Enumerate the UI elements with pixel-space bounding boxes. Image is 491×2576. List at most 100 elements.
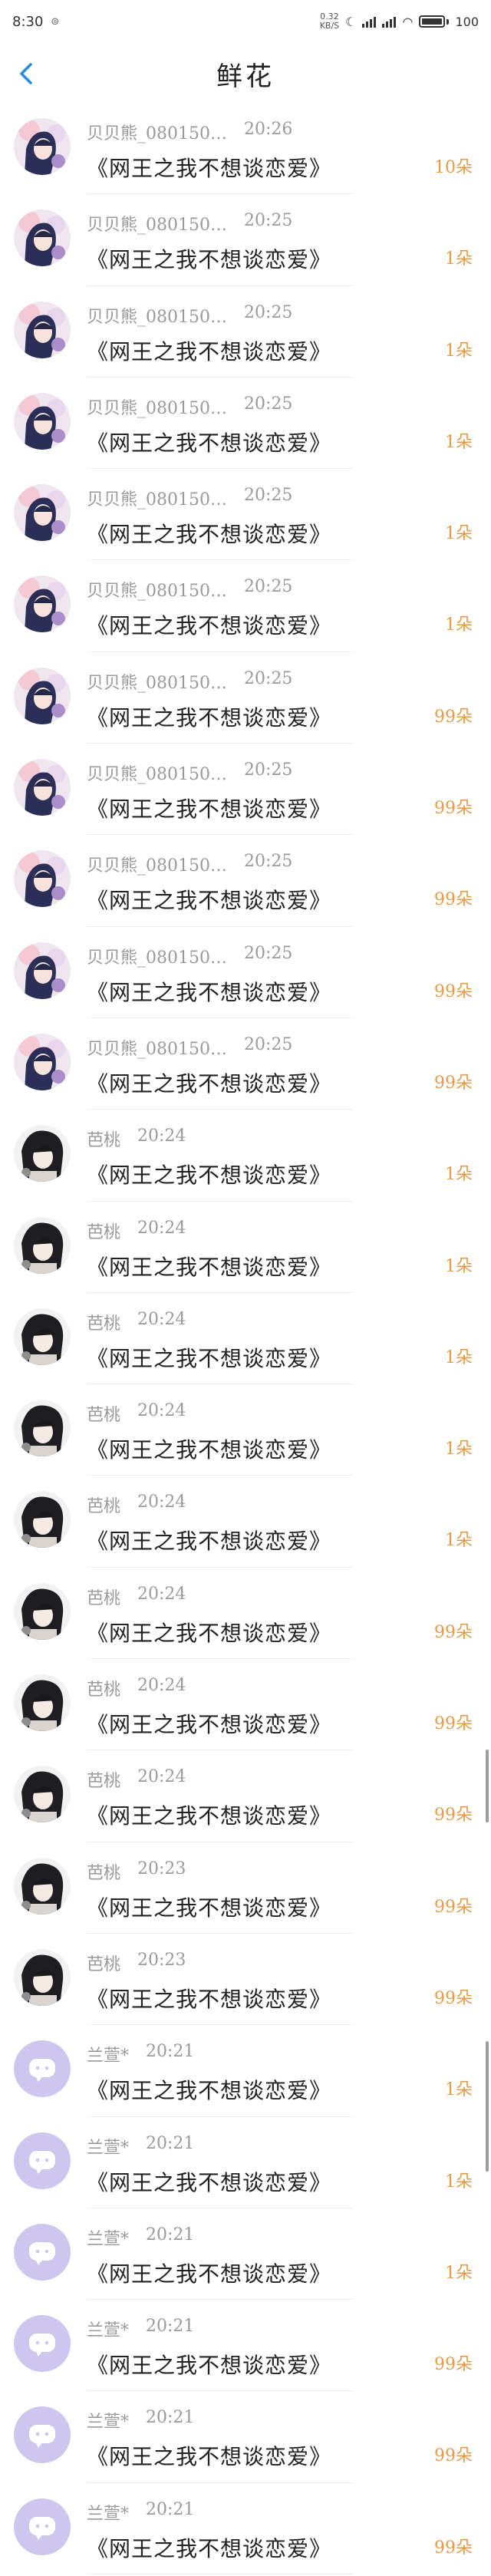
divider (87, 1109, 353, 1110)
avatar[interactable] (14, 118, 71, 175)
list-item[interactable]: 贝贝熊_080150… 20:25 《网王之我不想谈恋爱》 99朵 (0, 745, 491, 836)
username: 贝贝熊_080150… (87, 124, 227, 143)
avatar[interactable] (14, 850, 71, 908)
list-item[interactable]: 芭桃 20:24 《网王之我不想谈恋爱》 1朵 (0, 1203, 491, 1295)
username: 贝贝熊_080150… (87, 948, 227, 968)
list-item[interactable]: 贝贝熊_080150… 20:25 《网王之我不想谈恋爱》 1朵 (0, 470, 491, 562)
avatar[interactable] (14, 576, 71, 633)
avatar[interactable] (14, 209, 71, 267)
avatar[interactable] (14, 1033, 71, 1090)
avatar[interactable] (14, 1308, 71, 1365)
avatar[interactable] (14, 484, 71, 542)
scrollbar[interactable] (486, 1750, 489, 1822)
timestamp: 20:24 (137, 1309, 186, 1329)
username: 兰萱* (87, 2321, 130, 2341)
list-item[interactable]: 芭桃 20:24 《网王之我不想谈恋爱》 99朵 (0, 1752, 491, 1843)
avatar[interactable] (14, 392, 71, 450)
battery-icon (419, 15, 450, 28)
avatar[interactable] (14, 1400, 71, 1457)
username: 芭桃 (87, 1497, 121, 1517)
avatar[interactable] (14, 1674, 71, 1732)
status-bar: 8:30 ⊜ 0.32 KB/S ☾ ◠ 100 (0, 0, 491, 43)
timestamp: 20:21 (146, 2408, 195, 2428)
list-item[interactable]: 贝贝熊_080150… 20:25 《网王之我不想谈恋爱》 99朵 (0, 1020, 491, 1111)
avatar[interactable] (14, 2498, 71, 2555)
list-item[interactable]: 贝贝熊_080150… 20:25 《网王之我不想谈恋爱》 1朵 (0, 562, 491, 653)
flower-count: 99朵 (434, 707, 473, 727)
username: 兰萱* (87, 2138, 130, 2158)
scrollbar[interactable] (486, 2041, 489, 2172)
book-title: 《网王之我不想谈恋爱》 (87, 430, 332, 456)
timestamp: 20:24 (137, 1492, 186, 1512)
avatar[interactable] (14, 2315, 71, 2373)
avatar[interactable] (14, 1766, 71, 1823)
avatar[interactable] (14, 2040, 71, 2098)
flower-count: 1朵 (445, 432, 473, 452)
list-item[interactable]: 贝贝熊_080150… 20:25 《网王之我不想谈恋爱》 1朵 (0, 379, 491, 470)
username: 芭桃 (87, 1863, 121, 1883)
list-item[interactable]: 贝贝熊_080150… 20:25 《网王之我不想谈恋爱》 1朵 (0, 196, 491, 287)
list-item[interactable]: 芭桃 20:24 《网王之我不想谈恋爱》 1朵 (0, 1295, 491, 1386)
flower-count: 99朵 (434, 1622, 473, 1642)
chevron-left-icon (20, 63, 32, 84)
list-item[interactable]: 贝贝熊_080150… 20:25 《网王之我不想谈恋爱》 99朵 (0, 836, 491, 928)
book-title: 《网王之我不想谈恋爱》 (87, 1437, 332, 1463)
avatar[interactable] (14, 1948, 71, 2006)
moon-icon: ☾ (345, 14, 357, 29)
avatar[interactable] (14, 2223, 71, 2281)
list-item[interactable]: 兰萱* 20:21 《网王之我不想谈恋爱》 99朵 (0, 2485, 491, 2576)
list-item[interactable]: 贝贝熊_080150… 20:26 《网王之我不想谈恋爱》 10朵 (0, 104, 491, 196)
avatar[interactable] (14, 667, 71, 724)
list-item[interactable]: 兰萱* 20:21 《网王之我不想谈恋爱》 99朵 (0, 2301, 491, 2393)
avatar[interactable] (14, 759, 71, 816)
list-item[interactable]: 芭桃 20:24 《网王之我不想谈恋爱》 99朵 (0, 1661, 491, 1752)
avatar[interactable] (14, 1491, 71, 1549)
book-title: 《网王之我不想谈恋爱》 (87, 1986, 332, 2012)
flower-count: 1朵 (445, 341, 473, 361)
divider (87, 1200, 353, 1202)
divider (87, 193, 353, 195)
username: 贝贝熊_080150… (87, 765, 227, 785)
flower-count: 99朵 (434, 2538, 473, 2558)
username: 兰萱* (87, 2229, 130, 2249)
avatar[interactable] (14, 1582, 71, 1640)
avatar[interactable] (14, 2132, 71, 2189)
divider (87, 2024, 353, 2026)
avatar[interactable] (14, 942, 71, 999)
avatar[interactable] (14, 1216, 71, 1274)
avatar[interactable] (14, 2406, 71, 2464)
list-item[interactable]: 兰萱* 20:21 《网王之我不想谈恋爱》 1朵 (0, 2027, 491, 2118)
flower-count: 99朵 (434, 799, 473, 819)
list-item[interactable]: 兰萱* 20:21 《网王之我不想谈恋爱》 99朵 (0, 2393, 491, 2484)
list-item[interactable]: 芭桃 20:23 《网王之我不想谈恋爱》 99朵 (0, 1935, 491, 2027)
list-item[interactable]: 芭桃 20:24 《网王之我不想谈恋爱》 1朵 (0, 1111, 491, 1202)
avatar[interactable] (14, 301, 71, 358)
username: 兰萱* (87, 2504, 130, 2524)
divider (87, 285, 353, 286)
book-title: 《网王之我不想谈恋爱》 (87, 2169, 332, 2195)
list-item[interactable]: 贝贝熊_080150… 20:25 《网王之我不想谈恋爱》 1朵 (0, 288, 491, 379)
back-button[interactable] (11, 58, 41, 89)
list-item[interactable]: 兰萱* 20:21 《网王之我不想谈恋爱》 1朵 (0, 2210, 491, 2301)
username: 芭桃 (87, 1222, 121, 1242)
network-speed: 0.32 KB/S (319, 12, 340, 31)
flower-count: 1朵 (445, 2172, 473, 2192)
username: 贝贝熊_080150… (87, 856, 227, 876)
list-item[interactable]: 芭桃 20:23 《网王之我不想谈恋爱》 99朵 (0, 1844, 491, 1935)
list-item[interactable]: 兰萱* 20:21 《网王之我不想谈恋爱》 1朵 (0, 2119, 491, 2210)
list-item[interactable]: 芭桃 20:24 《网王之我不想谈恋爱》 99朵 (0, 1569, 491, 1661)
divider (87, 559, 353, 561)
flower-count: 99朵 (434, 2355, 473, 2375)
avatar[interactable] (14, 1125, 71, 1182)
list-item[interactable]: 贝贝熊_080150… 20:25 《网王之我不想谈恋爱》 99朵 (0, 654, 491, 745)
book-title: 《网王之我不想谈恋爱》 (87, 1163, 332, 1189)
flower-record-list[interactable]: 贝贝熊_080150… 20:26 《网王之我不想谈恋爱》 10朵 贝贝熊_08… (0, 104, 491, 2576)
list-item[interactable]: 芭桃 20:24 《网王之我不想谈恋爱》 1朵 (0, 1477, 491, 1568)
divider (87, 376, 353, 378)
list-item[interactable]: 贝贝熊_080150… 20:25 《网王之我不想谈恋爱》 99朵 (0, 928, 491, 1020)
divider (87, 925, 353, 927)
avatar[interactable] (14, 1857, 71, 1915)
username: 贝贝熊_080150… (87, 1039, 227, 1059)
list-item[interactable]: 芭桃 20:24 《网王之我不想谈恋爱》 1朵 (0, 1386, 491, 1477)
wifi-icon: ◠ (402, 14, 414, 29)
